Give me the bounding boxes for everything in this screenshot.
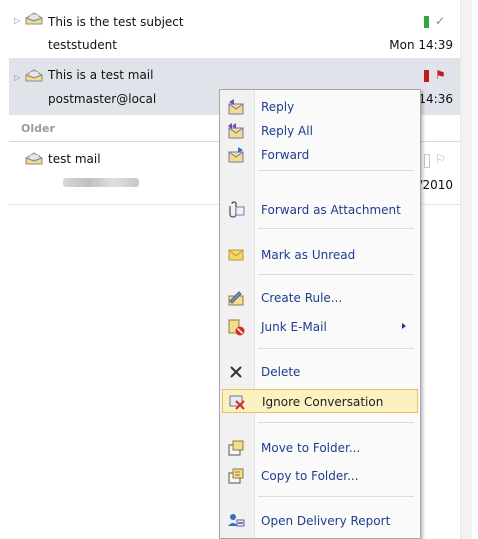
menu-separator [258, 496, 414, 497]
create-rule-icon [228, 291, 244, 306]
menu-separator [258, 228, 414, 229]
envelope-open-icon [25, 69, 43, 82]
menu-item-label: Copy to Folder... [261, 469, 359, 483]
menu-item-move-to-folder[interactable]: Move to Folder... [222, 436, 418, 460]
junk-email-icon [228, 319, 245, 336]
category-color-tag[interactable] [424, 16, 429, 28]
message-subject: This is a test mail [48, 68, 154, 82]
menu-item-label: Ignore Conversation [262, 395, 384, 409]
menu-item-mark-as-unread[interactable]: Mark as Unread [222, 243, 418, 267]
copy-to-folder-icon [228, 468, 244, 484]
category-color-tag[interactable] [424, 154, 430, 168]
menu-item-label: Move to Folder... [261, 441, 361, 455]
mark-unread-icon [228, 249, 244, 261]
delivery-report-icon [228, 514, 245, 527]
message-date: Mon 14:39 [389, 38, 453, 52]
menu-item-reply-all[interactable]: Reply All [222, 119, 418, 143]
reply-all-icon [228, 123, 244, 139]
blurred-sender [63, 178, 139, 187]
message-sender: postmaster@local [48, 92, 157, 106]
flag-icon[interactable]: ⚐ [435, 152, 446, 166]
context-menu: Reply Reply All Forward Forward as Attac… [219, 89, 421, 539]
menu-item-label: Mark as Unread [261, 248, 356, 262]
reply-icon [228, 99, 244, 115]
menu-item-forward-as-attachment[interactable]: Forward as Attachment [222, 198, 418, 222]
message-date: 14:36 [418, 92, 453, 106]
menu-item-ignore-conversation[interactable]: Ignore Conversation [222, 389, 418, 413]
menu-item-reply[interactable]: Reply [222, 95, 418, 119]
menu-item-label: Reply All [261, 124, 313, 138]
menu-item-label: Forward [261, 148, 310, 162]
menu-item-create-rule[interactable]: Create Rule... [222, 286, 418, 310]
menu-item-junk-email[interactable]: Junk E-Mail [222, 315, 418, 339]
expand-conversation-icon[interactable]: ▷ [14, 16, 20, 25]
category-color-tag[interactable] [424, 70, 429, 82]
menu-separator [258, 348, 414, 349]
envelope-open-icon [25, 12, 43, 25]
move-to-folder-icon [228, 440, 244, 456]
message-row[interactable]: ▷ This is the test subject teststudent ✓… [9, 0, 461, 59]
ignore-conversation-icon [229, 395, 245, 410]
menu-item-label: Reply [261, 100, 295, 114]
group-header-label: Older [21, 122, 55, 135]
flag-icon[interactable]: ⚑ [435, 68, 446, 82]
menu-item-copy-to-folder[interactable]: Copy to Folder... [222, 464, 418, 488]
message-date: /2010 [418, 178, 453, 192]
menu-item-label: Open Delivery Report [261, 514, 391, 528]
message-sender: teststudent [48, 38, 117, 52]
menu-separator [258, 422, 414, 423]
menu-separator [258, 274, 414, 275]
menu-item-label: Forward as Attachment [261, 203, 401, 217]
forward-icon [228, 147, 244, 163]
menu-item-delete[interactable]: Delete [222, 360, 418, 384]
menu-separator [258, 170, 414, 171]
menu-item-label: Delete [261, 365, 301, 379]
menu-item-open-delivery-report[interactable]: Open Delivery Report [222, 509, 418, 533]
message-subject: This is the test subject [48, 15, 184, 29]
forward-attachment-icon [229, 201, 245, 218]
menu-item-forward[interactable]: Forward [222, 143, 418, 167]
submenu-arrow-icon [402, 323, 406, 329]
envelope-open-icon [25, 152, 43, 165]
delete-icon [230, 366, 242, 378]
menu-item-label: Create Rule... [261, 291, 343, 305]
flag-icon[interactable]: ✓ [435, 14, 445, 28]
expand-conversation-icon[interactable]: ▷ [14, 73, 20, 82]
vertical-scrollbar[interactable] [460, 0, 472, 539]
message-subject: test mail [48, 152, 101, 166]
menu-item-label: Junk E-Mail [261, 320, 327, 334]
